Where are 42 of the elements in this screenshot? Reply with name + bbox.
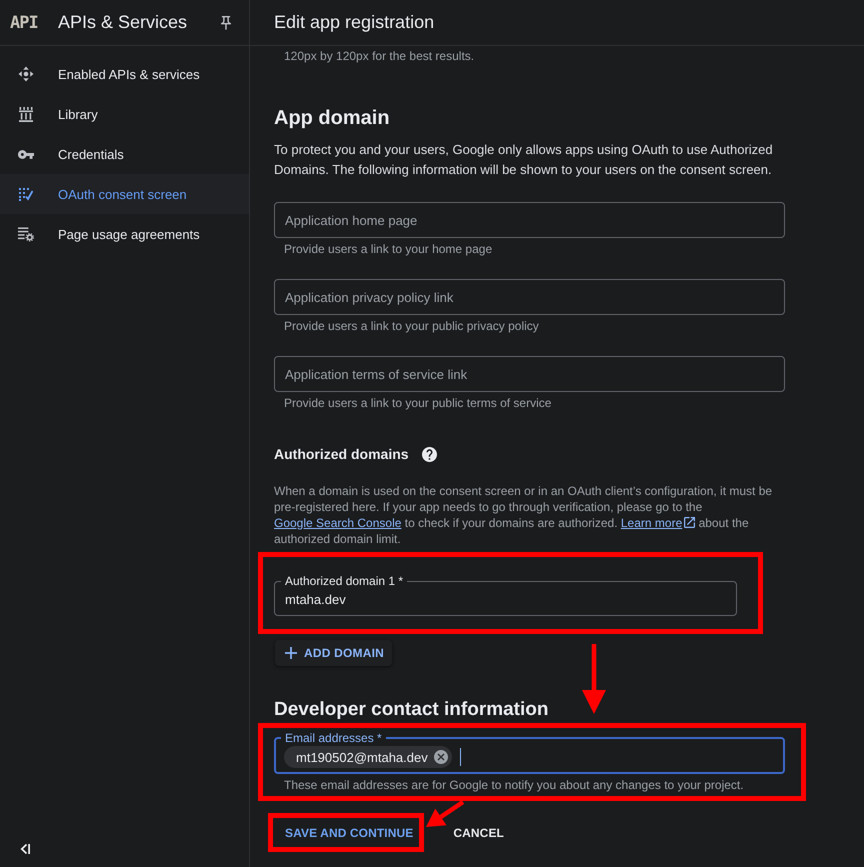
pin-icon[interactable] xyxy=(221,16,231,30)
hint-text: These email addresses are for Google to notify you about any changes to your project. xyxy=(283,777,744,793)
hint-text: Provide users a link to your public terms of service xyxy=(283,395,552,411)
hint-text: Provide users a link to your public privacy policy xyxy=(283,318,539,334)
nav-item[interactable]: OAuth consent screen xyxy=(0,174,249,214)
add-domain-button[interactable]: ADD DOMAIN xyxy=(275,640,392,666)
external-link-icon xyxy=(684,517,696,528)
nav-item[interactable]: Enabled APIs & services xyxy=(0,54,249,94)
text-field[interactable]: Authorized domain 1 * mtaha.dev xyxy=(274,573,737,616)
save-button[interactable]: SAVE AND CONTINUE xyxy=(273,818,420,847)
dots-check-icon[interactable] xyxy=(19,188,33,200)
chip-label: mt190502@mtaha.dev xyxy=(296,750,428,764)
link[interactable]: Google Search Console xyxy=(274,516,402,530)
collapse-icon[interactable] xyxy=(20,843,30,855)
nav-item[interactable]: Page usage agreements xyxy=(0,214,249,254)
key-icon[interactable] xyxy=(18,150,34,158)
email-field[interactable]: Email addresses * mt190502@mtaha.dev xyxy=(274,730,785,774)
text-field[interactable]: Application home page xyxy=(274,202,785,238)
plus-icon xyxy=(285,647,297,659)
help-icon[interactable] xyxy=(422,446,437,462)
subsection-heading: Authorized domains xyxy=(274,445,409,464)
text-cursor xyxy=(460,748,461,766)
hint-text: 120px by 120px for the best results. xyxy=(283,48,474,64)
link[interactable]: Learn more xyxy=(620,516,696,530)
text-field[interactable]: Application privacy policy link xyxy=(274,279,785,315)
nav-item[interactable]: Credentials xyxy=(0,134,249,174)
move-icon[interactable] xyxy=(18,66,34,82)
clear-icon[interactable] xyxy=(434,750,448,764)
annotation-arrow xyxy=(581,644,607,714)
description-text: When a domain is used on the consent screen or in an OAuth client’s configuration, it must be pre-registered here. If your app needs to go through verification, please go to the Google Search Console to check if your domains are authorized. Learn more about the authorized domain limit. xyxy=(274,483,774,547)
columns-icon[interactable] xyxy=(19,106,33,122)
text-field[interactable]: Application terms of service link xyxy=(274,356,785,392)
app-title: APIs & Services xyxy=(58,12,188,33)
nav-item[interactable]: Library xyxy=(0,94,249,134)
cancel-button[interactable]: CANCEL xyxy=(441,818,510,847)
list-gear-icon[interactable] xyxy=(18,226,34,242)
section-heading: Developer contact information xyxy=(274,698,548,722)
page-title: Edit app registration xyxy=(274,12,434,33)
hint-text: Provide users a link to your home page xyxy=(283,241,492,257)
section-description: To protect you and your users, Google only allows apps using OAuth to use Authorized Domains. The following information will be shown to your users on the consent screen. xyxy=(274,141,774,179)
logo: API xyxy=(10,12,39,32)
section-heading: App domain xyxy=(274,106,390,131)
